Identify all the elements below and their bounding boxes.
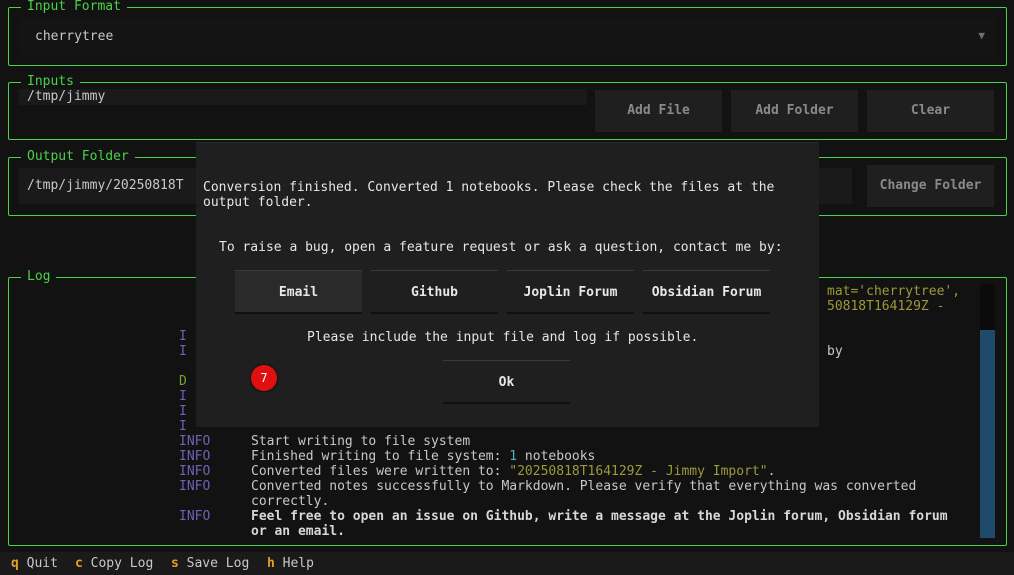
dialog-contact-text: To raise a bug, open a feature request o… <box>219 240 783 255</box>
log-line: INFO Finished writing to file system: 1 n… <box>179 449 948 464</box>
log-line: or an email. <box>179 524 948 539</box>
log-text: Finished writing to file system: <box>251 449 510 464</box>
log-legend: Log <box>21 269 57 285</box>
chevron-down-icon: ▼ <box>978 29 985 42</box>
footer-label: Help <box>282 556 314 571</box>
ok-button[interactable]: Ok <box>443 360 570 404</box>
input-format-select[interactable]: cherrytree ▼ <box>19 19 995 55</box>
dialog-message-line-1: Conversion finished. Converted 1 noteboo… <box>203 180 775 195</box>
log-level: D <box>179 374 187 389</box>
output-folder-path: /tmp/jimmy/20250818T <box>27 178 184 193</box>
log-level: I <box>179 404 187 419</box>
log-level: I <box>179 329 187 344</box>
output-folder-legend: Output Folder <box>21 149 135 165</box>
log-partial-text: by <box>827 344 843 359</box>
github-button[interactable]: Github <box>371 270 498 314</box>
add-folder-button[interactable]: Add Folder <box>731 90 858 132</box>
footer-label: Copy Log <box>90 556 154 571</box>
log-text: . <box>767 464 776 479</box>
log-level: INFO <box>179 449 211 464</box>
obsidian-forum-button[interactable]: Obsidian Forum <box>643 270 770 314</box>
footer-key: c <box>75 556 83 571</box>
footer-item-quit[interactable]: q Quit <box>11 554 58 573</box>
footer-key: s <box>171 556 179 571</box>
log-line: INFO Converted notes successfully to Mark… <box>179 479 948 494</box>
log-partial-levels: II DIII <box>179 329 187 434</box>
log-level: I <box>179 389 187 404</box>
log-text: Start writing to file system <box>251 434 471 449</box>
footer-key: q <box>11 556 19 571</box>
log-partial-text: mat='cherrytree', <box>827 284 961 299</box>
log-text: Converted files were written to: <box>251 464 510 479</box>
footer-item-help[interactable]: h Help <box>267 554 314 573</box>
log-line: INFO Start writing to file system <box>179 434 948 449</box>
log-level: INFO <box>179 479 211 494</box>
log-level: INFO <box>179 434 211 449</box>
keybinding-footer: q Quit c Copy Log s Save Log h Help <box>0 552 1014 575</box>
input-format-legend: Input Format <box>21 0 127 15</box>
log-scrollbar-thumb[interactable] <box>980 284 995 330</box>
inputs-legend: Inputs <box>21 74 80 90</box>
conversion-finished-dialog: Conversion finished. Converted 1 noteboo… <box>196 142 819 427</box>
log-level: INFO <box>179 464 211 479</box>
change-folder-button[interactable]: Change Folder <box>867 165 994 207</box>
footer-item-copy-log[interactable]: c Copy Log <box>75 554 153 573</box>
step-number-badge: 7 <box>251 365 277 391</box>
log-line: INFO Feel free to open an issue on Github… <box>179 509 948 524</box>
dialog-message-line-2: output folder. <box>203 195 313 210</box>
log-level: I <box>179 344 187 359</box>
log-text: 1 <box>509 449 518 464</box>
input-format-panel: Input Format cherrytree ▼ <box>8 0 1007 66</box>
footer-item-save-log[interactable]: s Save Log <box>171 554 249 573</box>
log-text: correctly. <box>251 494 330 509</box>
joplin-forum-button[interactable]: Joplin Forum <box>507 270 634 314</box>
log-level: I <box>179 419 187 434</box>
log-text: Converted notes successfully to Markdown… <box>251 479 917 494</box>
log-text: "20250818T164129Z - Jimmy Import" <box>509 464 768 479</box>
log-level: INFO <box>179 509 211 524</box>
log-lines: INFO Start writing to file system INFO Fini… <box>179 434 948 539</box>
footer-label: Quit <box>26 556 58 571</box>
footer-key: h <box>267 556 275 571</box>
log-text: Feel free to open an issue on Github, wr… <box>251 509 948 524</box>
inputs-path: /tmp/jimmy <box>27 89 106 104</box>
add-file-button[interactable]: Add File <box>595 90 722 132</box>
log-partial-text: 50818T164129Z - <box>827 299 945 314</box>
log-line: INFO Converted files were written to: "20… <box>179 464 948 479</box>
footer-label: Save Log <box>186 556 250 571</box>
input-format-value: cherrytree <box>35 29 114 44</box>
log-text: notebooks <box>517 449 596 464</box>
log-line: correctly. <box>179 494 948 509</box>
email-button[interactable]: Email <box>235 270 362 314</box>
log-level <box>179 359 187 374</box>
log-text: or an email. <box>251 524 345 539</box>
dialog-note-text: Please include the input file and log if… <box>307 330 699 345</box>
inputs-list[interactable]: /tmp/jimmy <box>19 89 587 105</box>
clear-button[interactable]: Clear <box>867 90 994 132</box>
